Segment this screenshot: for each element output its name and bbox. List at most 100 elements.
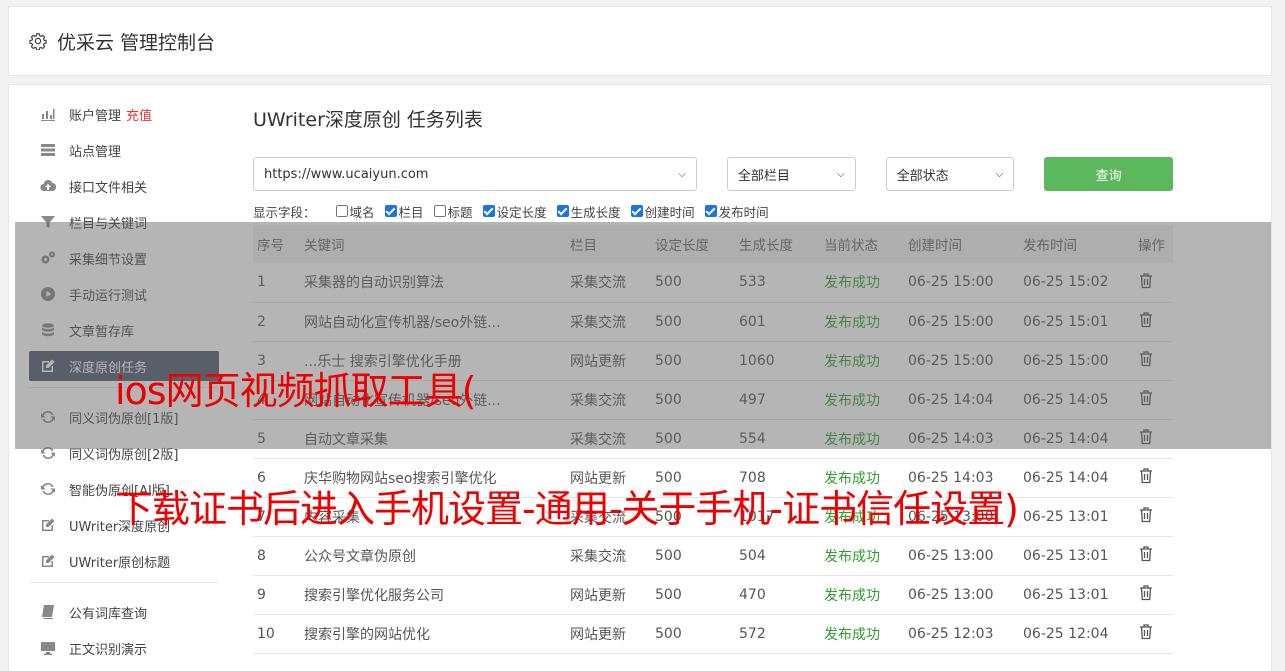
cell-column: 网站更新 [566, 614, 651, 654]
app-header: 优采云 管理控制台 [8, 6, 1272, 76]
cell-gen-length: 504 [735, 536, 820, 576]
table-row: 8 公众号文章伪原创 采集交流 500 504 发布成功 06-25 13:00 06-25 … [253, 536, 1173, 576]
edit-icon [39, 552, 57, 570]
field-toggle-set-length[interactable]: 设定长度 [482, 202, 547, 221]
sidebar-item-uwriter-title[interactable]: UWriter原创标题 [29, 546, 219, 576]
edit-icon [39, 516, 57, 534]
checkbox[interactable] [482, 205, 495, 217]
field-toggle-published[interactable]: 发布时间 [704, 202, 769, 221]
trash-icon[interactable] [1138, 584, 1154, 601]
checkbox[interactable] [384, 205, 397, 217]
cell-index: 10 [253, 614, 300, 654]
table-row: 9 搜索引擎优化服务公司 网站更新 500 470 发布成功 06-25 13:00 06-2… [253, 575, 1173, 615]
checkbox[interactable] [630, 205, 643, 217]
checkbox-label: 创建时间 [644, 204, 695, 220]
display-fields-label: 显示字段： [253, 204, 316, 220]
trash-icon[interactable] [1138, 623, 1154, 640]
cell-index: 9 [253, 575, 300, 615]
cell-index: 8 [253, 536, 300, 576]
checkbox[interactable] [556, 205, 569, 217]
checkbox-label: 设定长度 [496, 204, 547, 220]
chevron-down-icon: ⌵ [678, 168, 686, 180]
checkbox[interactable] [335, 205, 348, 217]
server-icon [39, 141, 57, 159]
chevron-down-icon: ⌵ [995, 168, 1004, 180]
field-toggle-column[interactable]: 栏目 [384, 202, 424, 221]
trash-icon[interactable] [1138, 506, 1154, 523]
cell-created: 06-25 12:03 [904, 614, 1019, 654]
page-title: UWriter深度原创 任务列表 [253, 109, 483, 131]
cell-status: 发布成功 [820, 575, 904, 615]
gear-icon [29, 33, 47, 50]
status-select[interactable]: 全部状态 ⌵ [885, 157, 1015, 191]
cell-created: 06-25 13:00 [904, 536, 1019, 576]
cell-status: 发布成功 [820, 536, 904, 576]
cell-actions [1134, 614, 1173, 654]
cell-published: 06-25 14:04 [1019, 458, 1134, 498]
refresh-icon [39, 480, 57, 498]
field-toggle-created[interactable]: 创建时间 [630, 202, 695, 221]
status-select-value: 全部状态 [896, 168, 949, 184]
cell-keyword: 搜索引擎优化服务公司 [300, 575, 566, 615]
display-fields: 显示字段： 域名 栏目 标题 设定长度 生成长度 创建时间 发布时间 [253, 202, 1173, 221]
field-toggle-domain[interactable]: 域名 [335, 202, 375, 221]
chevron-down-icon: ⌵ [837, 168, 845, 180]
site-select[interactable]: https://www.ucaiyun.com ⌵ [253, 157, 697, 191]
sidebar-item-label: 站点管理 [69, 144, 122, 160]
sidebar-divider [29, 582, 219, 583]
sidebar-item-label: 接口文件相关 [69, 180, 148, 196]
sidebar-item-api-files[interactable]: 接口文件相关 [29, 171, 219, 201]
cell-actions [1134, 575, 1173, 615]
checkbox-label: 栏目 [398, 204, 424, 220]
checkbox-label: 发布时间 [718, 204, 769, 220]
cell-keyword: 搜索引擎的网站优化 [300, 614, 566, 654]
cell-keyword: 公众号文章伪原创 [300, 536, 566, 576]
sidebar-item-label: 账户管理 [69, 108, 122, 124]
filter-bar: https://www.ucaiyun.com ⌵ 全部栏目 ⌵ 全部状态 ⌵ … [253, 157, 1173, 191]
field-toggle-gen-length[interactable]: 生成长度 [556, 202, 621, 221]
book-icon [39, 603, 57, 621]
column-select-value: 全部栏目 [737, 168, 790, 184]
checkbox[interactable] [704, 205, 717, 217]
checkbox-label: 生成长度 [570, 204, 621, 220]
cell-gen-length: 470 [735, 575, 820, 615]
cell-column: 网站更新 [566, 575, 651, 615]
cloud-upload-icon [39, 177, 57, 195]
cell-published: 06-25 13:01 [1019, 497, 1134, 537]
sidebar-item-public-lexicon[interactable]: 公有词库查询 [29, 597, 219, 627]
sidebar-item-account[interactable]: 账户管理 充值 [29, 99, 219, 129]
cell-column: 采集交流 [566, 536, 651, 576]
cell-set-length: 500 [651, 614, 735, 654]
checkbox-label: 域名 [349, 204, 375, 220]
cell-created: 06-25 13:00 [904, 575, 1019, 615]
app-title: 优采云 管理控制台 [57, 31, 216, 54]
overlay-text-line1: ios网页视频抓取工具( [115, 369, 476, 413]
cell-actions [1134, 458, 1173, 498]
trash-icon[interactable] [1138, 545, 1154, 562]
cell-actions [1134, 497, 1173, 537]
table-row: 10 搜索引擎的网站优化 网站更新 500 572 发布成功 06-25 12:03 06-2… [253, 614, 1173, 654]
sidebar-item-text-recognition[interactable]: 正文识别演示 [29, 633, 219, 663]
query-button[interactable]: 查询 [1044, 157, 1173, 191]
field-toggle-title[interactable]: 标题 [433, 202, 473, 221]
bar-chart-icon [39, 105, 57, 123]
cell-published: 06-25 13:01 [1019, 575, 1134, 615]
site-select-value: https://www.ucaiyun.com [264, 166, 429, 182]
cell-gen-length: 572 [735, 614, 820, 654]
sidebar-item-sites[interactable]: 站点管理 [29, 135, 219, 165]
checkbox[interactable] [433, 205, 446, 217]
cell-published: 06-25 13:01 [1019, 536, 1134, 576]
checkbox-label: 标题 [447, 204, 473, 220]
cell-status: 发布成功 [820, 614, 904, 654]
cell-published: 06-25 12:04 [1019, 614, 1134, 654]
cell-actions [1134, 536, 1173, 576]
recharge-link[interactable]: 充值 [126, 105, 152, 124]
trash-icon[interactable] [1138, 467, 1154, 484]
sidebar-item-label: 正文识别演示 [69, 642, 148, 658]
overlay-text-line2: 下载证书后进入手机设置-通用-关于手机-证书信任设置) [115, 487, 1019, 531]
monitor-icon [39, 639, 57, 657]
column-select[interactable]: 全部栏目 ⌵ [726, 157, 856, 191]
cell-set-length: 500 [651, 575, 735, 615]
sidebar-item-label: 公有词库查询 [69, 606, 148, 622]
cell-set-length: 500 [651, 536, 735, 576]
